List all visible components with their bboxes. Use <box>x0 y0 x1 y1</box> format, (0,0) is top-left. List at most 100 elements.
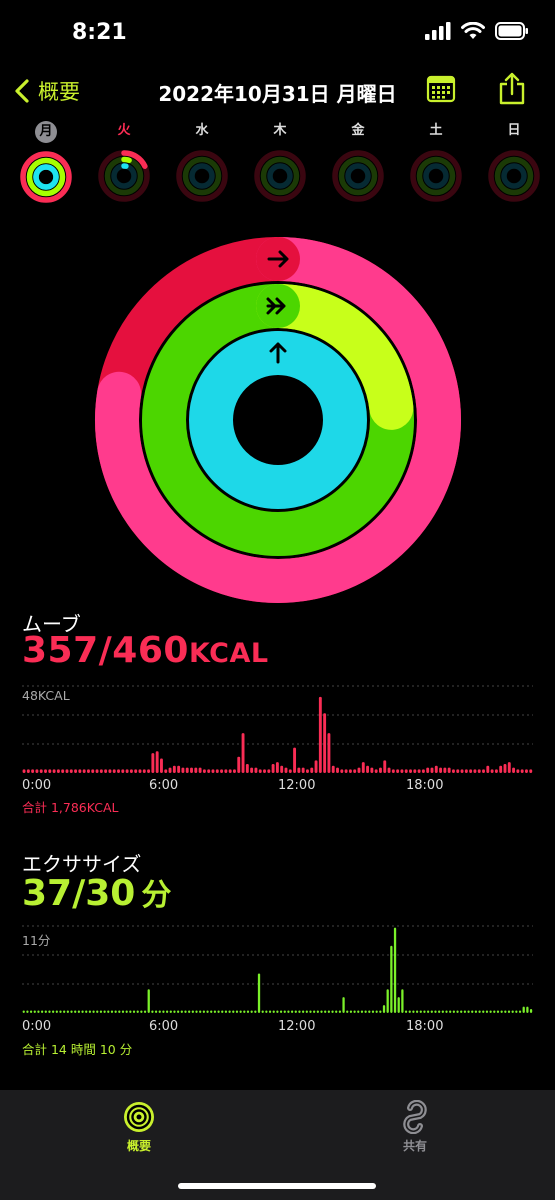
exercise-bar <box>180 1010 183 1013</box>
move-bar <box>310 767 314 773</box>
day-5[interactable]: 土 <box>408 120 464 208</box>
share-icon[interactable] <box>498 72 526 106</box>
exercise-bar <box>63 1010 66 1013</box>
wifi-icon <box>461 22 485 39</box>
move-tick-label: 12:00 <box>278 778 316 793</box>
tab-summary[interactable]: 概要 <box>108 1100 170 1154</box>
move-bar <box>409 769 412 773</box>
exercise-tick-label: 6:00 <box>149 1019 179 1034</box>
calendar-icon[interactable] <box>426 74 456 104</box>
exercise-bar <box>379 1010 382 1013</box>
exercise-bar <box>390 945 393 1013</box>
move-bar <box>507 762 511 773</box>
move-bar <box>258 769 262 773</box>
exercise-bar <box>331 1010 334 1013</box>
exercise-bar <box>243 1010 246 1013</box>
move-bar <box>374 769 378 773</box>
day-1[interactable]: 火 <box>96 120 152 208</box>
move-bar <box>417 769 421 773</box>
day-0[interactable]: 月 <box>18 120 74 209</box>
move-bar <box>39 769 43 773</box>
exercise-bar <box>177 1010 180 1013</box>
day-3[interactable]: 木 <box>252 120 308 208</box>
move-bar <box>516 769 520 773</box>
move-bar <box>520 769 524 773</box>
exercise-bar <box>173 1010 176 1013</box>
move-bar <box>297 767 301 773</box>
move-bar <box>211 769 215 773</box>
move-bar <box>486 765 490 773</box>
exercise-bar <box>463 1010 467 1013</box>
move-bar <box>52 769 56 773</box>
move-chart <box>22 685 533 773</box>
exercise-bar <box>125 1010 128 1013</box>
exercise-bar <box>430 1010 433 1013</box>
exercise-bar <box>419 1010 422 1013</box>
exercise-bar <box>22 1010 25 1013</box>
exercise-bar <box>44 1010 47 1013</box>
exercise-bar <box>276 1010 279 1013</box>
day-label: 水 <box>195 123 209 138</box>
move-bar <box>293 747 297 773</box>
exercise-bar <box>349 1010 353 1013</box>
move-bar <box>370 767 374 773</box>
move-bar <box>56 769 60 773</box>
tab-sharing[interactable]: 共有 <box>384 1099 446 1154</box>
back-button[interactable]: 概要 <box>14 76 80 106</box>
exercise-bar <box>70 1010 73 1013</box>
day-label: 金 <box>351 123 365 138</box>
sharing-icon <box>403 1099 427 1135</box>
exercise-bar <box>305 1010 308 1013</box>
exercise-bar <box>489 1010 492 1013</box>
move-bar <box>379 767 382 773</box>
move-bar <box>452 769 455 773</box>
exercise-bar <box>121 1010 125 1013</box>
move-bar <box>69 769 73 773</box>
move-bar <box>280 765 284 773</box>
move-bar <box>220 769 224 773</box>
move-bar <box>387 767 391 773</box>
exercise-bar <box>169 1010 172 1013</box>
exercise-bar <box>37 1010 40 1013</box>
exercise-bar <box>485 1010 489 1013</box>
move-bar <box>469 769 473 773</box>
exercise-bar <box>202 1010 206 1013</box>
move-bar <box>460 769 464 773</box>
status-icons <box>425 22 529 40</box>
exercise-bar <box>88 1010 92 1013</box>
exercise-bar <box>29 1010 33 1013</box>
exercise-bar <box>382 1005 386 1013</box>
day-4[interactable]: 金 <box>330 120 386 208</box>
move-bar <box>31 769 35 773</box>
exercise-bar <box>438 1010 441 1013</box>
stand-ring <box>189 331 367 509</box>
move-bar <box>82 769 86 773</box>
move-bar <box>155 751 159 773</box>
exercise-bar <box>496 1010 500 1013</box>
day-6[interactable]: 日 <box>486 120 542 208</box>
exercise-bar <box>375 1010 378 1013</box>
exercise-bar <box>162 1010 165 1013</box>
exercise-bar <box>224 1010 228 1013</box>
day-2[interactable]: 水 <box>174 120 230 208</box>
move-tick-label: 6:00 <box>149 778 179 793</box>
move-bar <box>250 767 254 773</box>
exercise-bar <box>228 1010 231 1013</box>
exercise-bar <box>386 989 389 1013</box>
exercise-bar <box>279 1010 283 1013</box>
move-bar <box>121 769 125 773</box>
exercise-bar <box>81 1010 84 1013</box>
exercise-bar <box>320 1010 323 1013</box>
exercise-bar <box>342 997 345 1013</box>
exercise-bar <box>33 1010 36 1013</box>
move-bar <box>241 733 245 773</box>
move-bar <box>207 769 211 773</box>
move-bar <box>413 769 417 773</box>
exercise-bar <box>188 1010 191 1013</box>
move-value-number: 357/460 <box>22 630 189 671</box>
battery-icon <box>495 22 528 40</box>
exercise-value-number: 37/30 <box>22 873 136 914</box>
exercise-bar <box>460 1010 463 1013</box>
exercise-bar <box>99 1010 103 1013</box>
exercise-tick-label: 12:00 <box>278 1019 316 1034</box>
